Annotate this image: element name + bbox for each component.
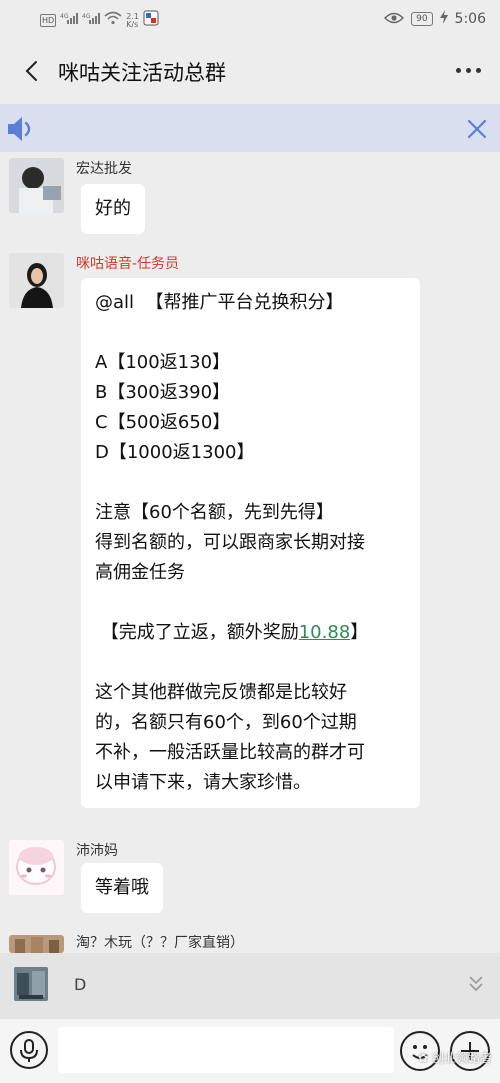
quote-thumbnail [14, 967, 48, 1001]
close-icon [467, 119, 487, 139]
quoted-message-preview[interactable]: D [0, 953, 500, 1019]
avatar[interactable] [9, 158, 64, 213]
signal-icon-2: 4G [82, 12, 101, 29]
chat-title: 咪咕关注活动总群 [58, 61, 226, 85]
more-options-button[interactable] [456, 58, 486, 82]
announcement-bar[interactable] [0, 104, 500, 152]
status-right: 90 5:06 [384, 9, 486, 28]
message-bubble[interactable]: 等着哦 [81, 863, 163, 913]
avatar[interactable] [9, 253, 64, 308]
message-text: 】 这个其他群做完反馈都是比较好 的，名额只有60个，到60个过期 不补，一般活… [95, 622, 369, 793]
expand-chevron-icon[interactable] [468, 975, 484, 997]
wechat-logo-icon: ✿ [418, 1051, 429, 1065]
clock: 5:06 [454, 10, 486, 27]
message-bubble[interactable]: 好的 [81, 184, 145, 234]
charging-icon [439, 9, 448, 28]
chevron-left-icon [25, 61, 37, 81]
status-left: HD 4G 4G 2.1 K/s [40, 10, 159, 31]
voice-input-button[interactable] [10, 1031, 48, 1069]
speaker-icon [6, 115, 38, 147]
sender-name: 沛沛妈 [76, 843, 118, 859]
avatar[interactable] [9, 935, 64, 953]
more-dot [476, 67, 481, 73]
sender-name: 咪咕语音-任务员 [76, 256, 180, 272]
eye-icon [384, 9, 405, 28]
battery-indicator: 90 [411, 11, 433, 26]
chat-header: 咪咕关注活动总群 [0, 38, 500, 104]
message-bubble[interactable]: @all 【帮推广平台兑换积分】 A【100返130】 B【300返390】 C… [81, 278, 420, 808]
signal-icon-1: 4G [60, 12, 79, 29]
wifi-icon [104, 11, 122, 30]
back-button[interactable] [18, 54, 48, 88]
watermark: ✿ 创业领路者 [418, 1049, 492, 1066]
avatar[interactable] [9, 840, 64, 895]
hd-badge: HD [40, 14, 57, 27]
sender-name: 宏达批发 [76, 161, 132, 177]
message-input[interactable] [58, 1027, 394, 1073]
message-text: @all 【帮推广平台兑换积分】 A【100返130】 B【300返390】 C… [95, 292, 365, 643]
more-dot [466, 67, 471, 73]
input-bar: ✿ 创业领路者 [0, 1019, 500, 1083]
net-speed: 2.1 K/s [126, 11, 139, 29]
microphone-icon [20, 1039, 38, 1062]
close-announcement-button[interactable] [466, 118, 488, 144]
status-bar: HD 4G 4G 2.1 K/s 90 5:06 [0, 0, 500, 38]
sender-name: 淘？木玩（？？厂家直销） [76, 935, 244, 951]
quote-text: D [74, 975, 87, 994]
message-link[interactable]: 10.88 [299, 622, 351, 643]
svg-text:4G: 4G [60, 13, 69, 20]
svg-text:4G: 4G [82, 13, 91, 20]
app-notification-icon [143, 10, 159, 31]
watermark-text: 创业领路者 [431, 1051, 492, 1065]
more-dot [456, 67, 461, 73]
